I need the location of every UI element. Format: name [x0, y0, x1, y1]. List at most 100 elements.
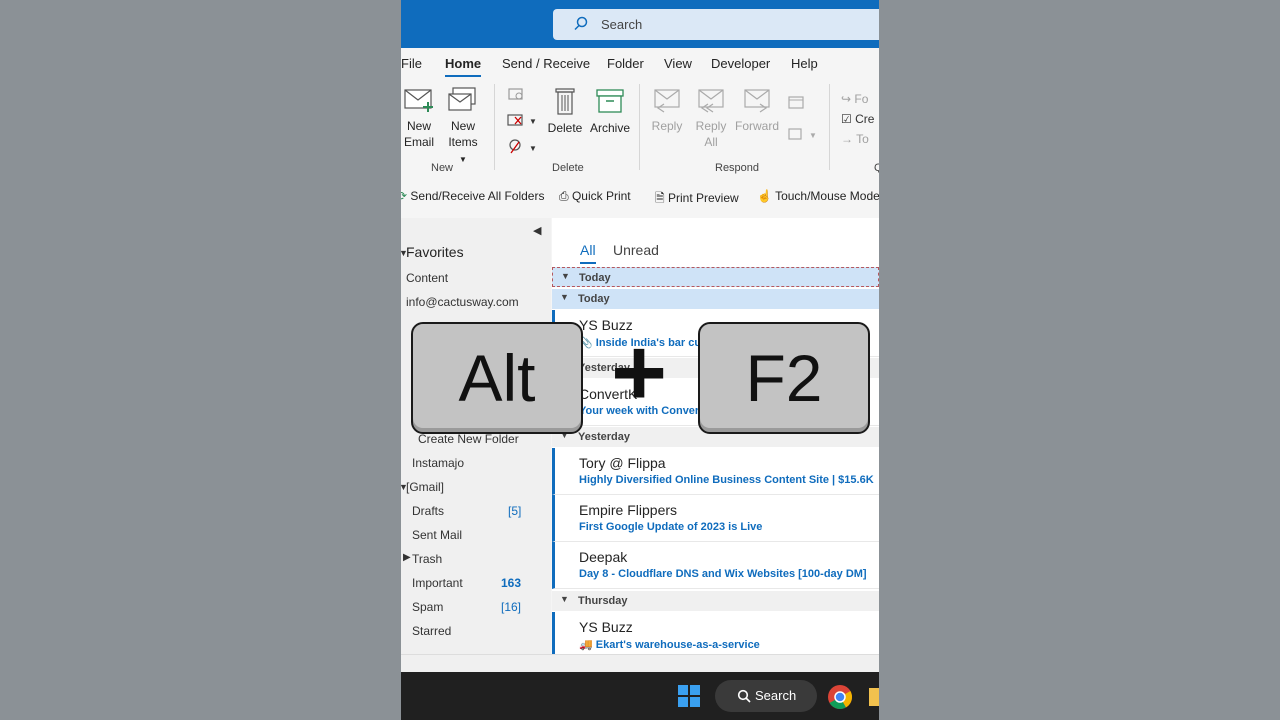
quick-print-label: Quick Print — [571, 189, 631, 203]
group-label: Thursday — [578, 595, 628, 607]
message-item[interactable]: Deepak Day 8 - Cloudflare DNS and Wix We… — [552, 542, 879, 589]
chevron-down-icon: ▼ — [459, 155, 467, 164]
filter-all[interactable]: All — [580, 242, 596, 264]
folder-item[interactable]: Content — [406, 271, 448, 285]
taskbar-search-label: Search — [755, 688, 797, 703]
favorites-header[interactable]: Favorites — [406, 244, 464, 260]
message-item[interactable]: Tory @ Flippa Highly Diversified Online … — [552, 448, 879, 495]
more-respond-icon[interactable]: ▼ — [787, 126, 817, 142]
new-email-button[interactable]: New Email — [403, 86, 435, 150]
group-respond-label: Respond — [715, 162, 760, 174]
folder-item[interactable]: Instamajo — [412, 456, 464, 470]
quick-print-button[interactable]: ⎙ Quick Print — [559, 189, 631, 204]
svg-text:▼: ▼ — [809, 131, 817, 140]
quick-step-icon: → — [841, 132, 853, 146]
message-subject: Day 8 - Cloudflare DNS and Wix Websites … — [579, 568, 867, 580]
ribbon-separator — [639, 84, 640, 170]
delete-button[interactable]: Delete — [547, 86, 583, 136]
message-sender: Deepak — [579, 549, 628, 565]
quick-step-label: To — [856, 132, 869, 146]
tab-send-receive[interactable]: Send / Receive — [502, 56, 590, 71]
new-items-label-2: Items — [448, 135, 478, 149]
folder-item[interactable]: Spam — [412, 600, 443, 614]
print-preview-button[interactable]: 🗎 Print Preview — [655, 189, 739, 210]
quick-step-create-new[interactable]: ☑ Cre — [841, 112, 874, 126]
folder-item[interactable]: Drafts — [412, 504, 444, 518]
tab-help[interactable]: Help — [791, 56, 818, 71]
collapse-pane-icon[interactable]: ◀ — [533, 224, 541, 237]
folder-item[interactable]: [Gmail] — [406, 480, 444, 494]
reply-icon — [654, 89, 680, 113]
tab-view[interactable]: View — [664, 56, 692, 71]
quick-step-icon: ☑ — [841, 112, 852, 126]
message-item[interactable]: YS Buzz 🚚 Ekart's warehouse-as-a-service — [552, 612, 879, 654]
tab-home[interactable]: Home — [445, 56, 482, 77]
folder-item[interactable]: Important — [412, 576, 463, 590]
touch-mouse-mode-label: Touch/Mouse Mode — [775, 189, 879, 203]
forward-button[interactable]: Forward — [735, 86, 779, 134]
group-label: Yesterday — [578, 431, 630, 443]
delete-label: Delete — [547, 121, 583, 135]
clean-up-icon[interactable]: ▼ — [507, 112, 537, 128]
ribbon: New Email New Items ▼ New ▼ ▼ Delete Arc… — [401, 80, 879, 178]
print-preview-icon: 🗎 — [655, 191, 665, 205]
tab-developer[interactable]: Developer — [711, 56, 770, 71]
tab-file[interactable]: File — [401, 56, 422, 71]
quick-step-to-manager[interactable]: → To — [841, 132, 869, 146]
unread-count: 163 — [501, 576, 522, 590]
new-items-button[interactable]: New Items ▼ — [443, 86, 483, 168]
svg-text:▼: ▼ — [529, 144, 537, 153]
chevron-down-icon: ▼ — [561, 271, 570, 281]
chevron-right-icon[interactable]: ▶ — [403, 552, 411, 563]
reply-all-label-1: Reply — [695, 119, 727, 133]
sync-icon: ⟳ — [401, 189, 408, 203]
folder-item[interactable]: Create New Folder — [418, 432, 519, 446]
reply-all-button[interactable]: Reply All — [693, 86, 729, 150]
windows-start-icon[interactable] — [677, 684, 701, 708]
trash-icon — [555, 88, 575, 115]
file-explorer-icon[interactable] — [869, 686, 879, 708]
archive-button[interactable]: Archive — [589, 86, 631, 136]
group-label: Today — [579, 272, 611, 284]
search-box[interactable]: Search — [553, 9, 879, 40]
group-header[interactable]: ▼ Today — [552, 267, 879, 287]
forward-label: Forward — [735, 119, 780, 133]
alt-key-overlay: Alt — [411, 322, 583, 434]
message-sender: Tory @ Flippa — [579, 455, 666, 471]
group-label: Today — [578, 293, 610, 305]
send-receive-all-button[interactable]: ⟳ Send/Receive All Folders — [401, 189, 544, 203]
junk-icon[interactable]: ▼ — [507, 138, 537, 156]
touch-mouse-mode-button[interactable]: ☝ Touch/Mouse Mode — [757, 189, 879, 203]
folder-item[interactable]: info@cactusway.com — [406, 295, 519, 309]
folder-item[interactable]: Trash — [412, 552, 442, 566]
folder-item[interactable]: Starred — [412, 624, 451, 638]
printer-icon: ⎙ — [559, 189, 569, 203]
chevron-down-icon: ▼ — [560, 292, 569, 302]
taskbar-search[interactable]: Search — [715, 680, 817, 712]
meeting-icon[interactable] — [787, 94, 805, 110]
message-item[interactable]: Empire Flippers First Google Update of 2… — [552, 495, 879, 542]
reply-button[interactable]: Reply — [649, 86, 685, 134]
quick-step-move-to[interactable]: ↪ Fo — [841, 92, 868, 106]
svg-text:▼: ▼ — [529, 117, 537, 126]
tab-folder[interactable]: Folder — [607, 56, 644, 71]
touch-icon: ☝ — [757, 189, 772, 203]
reply-label: Reply — [651, 119, 683, 133]
reply-all-icon — [698, 89, 724, 113]
envelope-new-icon — [404, 89, 433, 112]
message-sender: Empire Flippers — [579, 502, 678, 518]
new-items-icon — [448, 87, 476, 111]
ribbon-separator — [494, 84, 495, 170]
filter-unread[interactable]: Unread — [613, 242, 659, 258]
group-header[interactable]: ▼ Thursday — [552, 591, 879, 611]
message-subject: 🚚 Ekart's warehouse-as-a-service — [579, 639, 760, 651]
chrome-icon[interactable] — [827, 684, 853, 710]
group-header[interactable]: ▼ Today — [552, 289, 879, 309]
chevron-down-icon: ▼ — [560, 594, 569, 604]
archive-label: Archive — [589, 121, 630, 135]
unread-count: [16] — [501, 600, 522, 614]
print-preview-label: Print Preview — [668, 191, 739, 205]
message-sender: YS Buzz — [579, 619, 633, 635]
forward-icon — [744, 89, 770, 113]
folder-item[interactable]: Sent Mail — [412, 528, 462, 542]
